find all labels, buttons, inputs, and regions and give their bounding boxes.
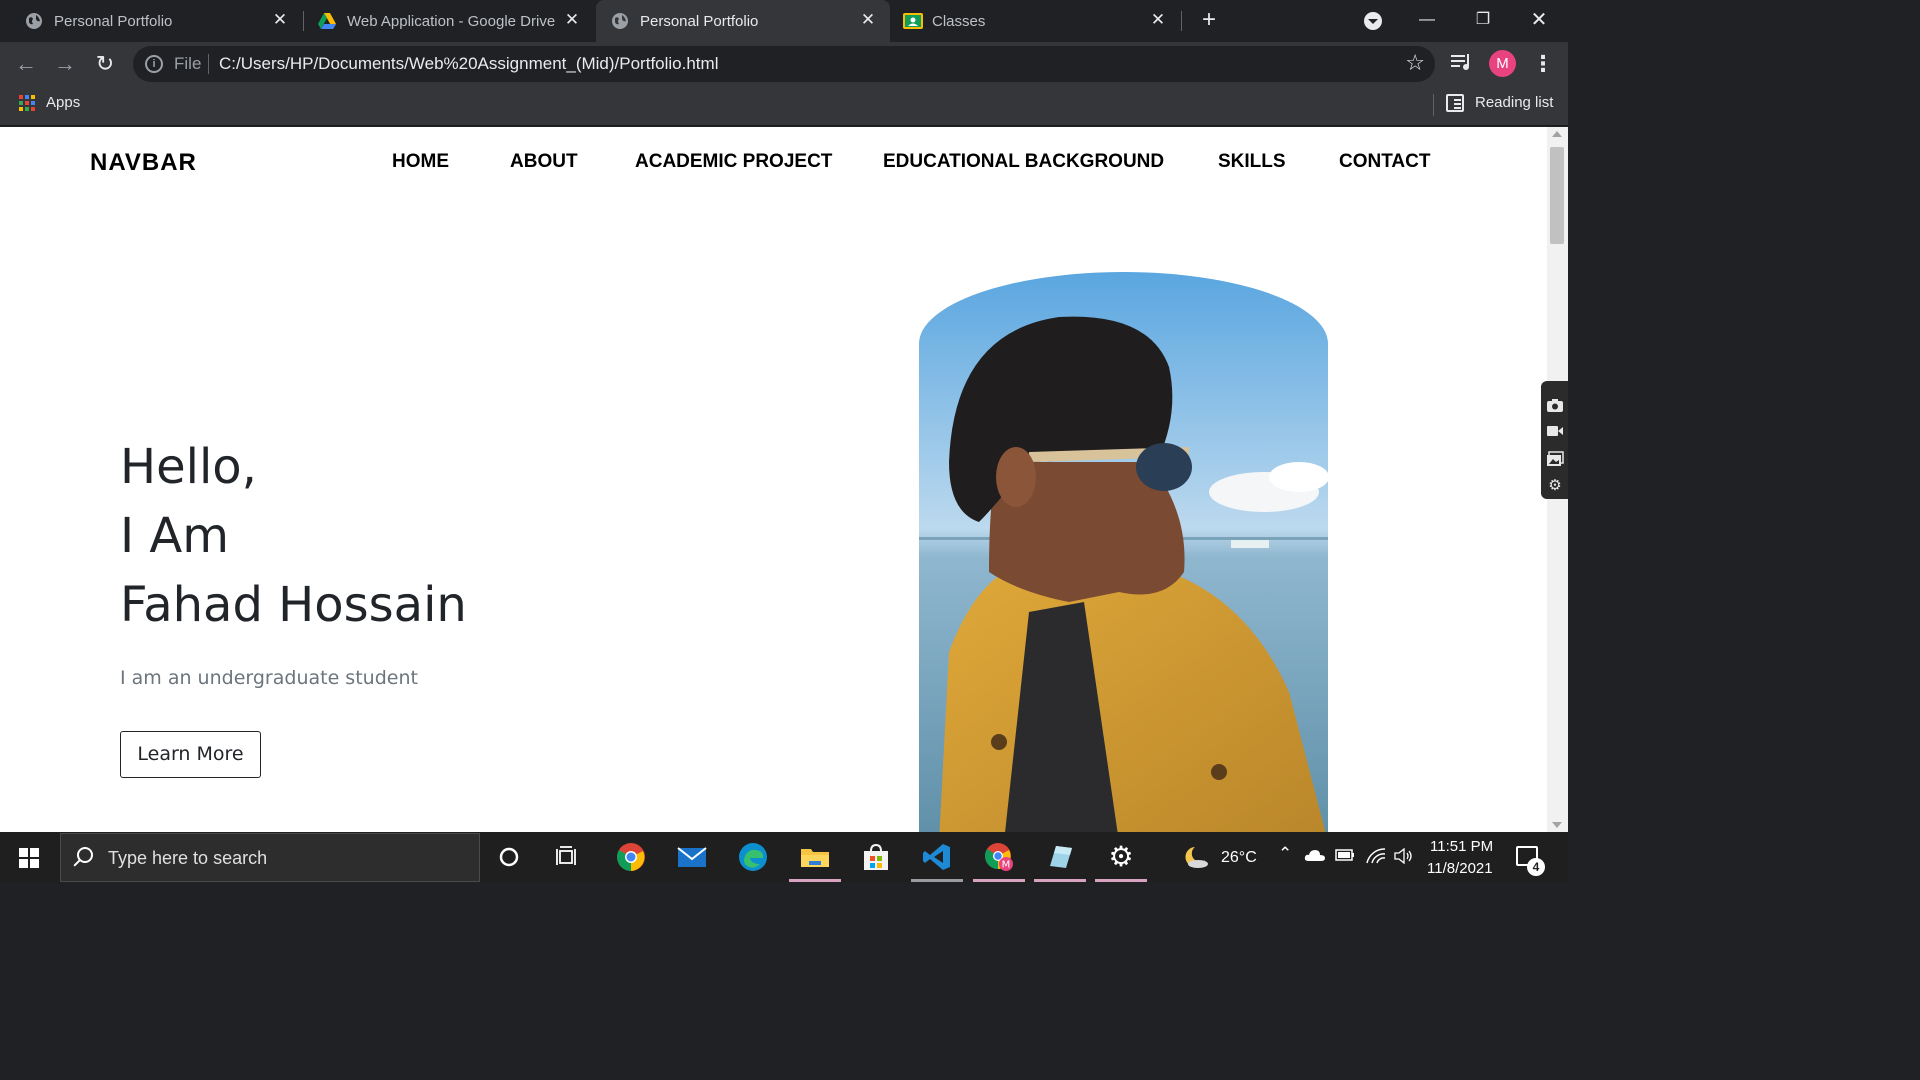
running-indicator [973, 879, 1025, 882]
mail-icon[interactable] [677, 842, 707, 872]
more-menu-icon[interactable]: ⋮ [1532, 50, 1554, 78]
hero-subtitle: I am an undergraduate student [120, 667, 418, 689]
globe-icon [611, 12, 629, 30]
microsoft-store-icon[interactable] [861, 842, 891, 872]
onedrive-cloud-icon[interactable] [1304, 848, 1326, 866]
tab-classes[interactable]: Classes ✕ [890, 0, 1180, 42]
minimize-icon[interactable]: — [1412, 6, 1442, 34]
chrome-profile-icon[interactable]: M [973, 842, 1025, 882]
snipping-tool-icon[interactable] [1034, 842, 1086, 882]
profile-avatar[interactable]: M [1489, 50, 1516, 77]
cortana-icon[interactable] [496, 842, 526, 872]
nav-contact[interactable]: CONTACT [1339, 151, 1430, 173]
battery-icon[interactable] [1335, 848, 1355, 866]
omnibox-divider [208, 54, 209, 74]
windows-start-icon[interactable] [19, 848, 39, 868]
hero-name: Fahad Hossain [120, 577, 467, 633]
wifi-icon[interactable] [1366, 848, 1386, 868]
nav-home[interactable]: HOME [392, 151, 449, 173]
tab-google-drive[interactable]: Web Application - Google Drive ✕ [304, 0, 594, 42]
scheme-label: File [174, 54, 202, 73]
gallery-icon[interactable] [1546, 451, 1564, 469]
reading-list-separator [1433, 94, 1434, 116]
running-indicator [911, 879, 963, 882]
close-tab-icon[interactable]: ✕ [860, 11, 876, 28]
scroll-thumb[interactable] [1550, 147, 1564, 244]
close-tab-icon[interactable]: ✕ [272, 11, 288, 28]
bookmarks-bar: Apps Reading list [0, 86, 1568, 126]
tab-title: Classes [932, 12, 986, 30]
running-indicator [1034, 879, 1086, 882]
settings-gear-icon[interactable]: ⚙ [1546, 477, 1564, 495]
nav-about[interactable]: ABOUT [510, 151, 578, 173]
google-drive-icon [318, 12, 336, 30]
clock-time[interactable]: 11:51 PM [1430, 838, 1493, 855]
notification-count-badge: 4 [1527, 858, 1545, 876]
restore-icon[interactable]: ❐ [1468, 6, 1498, 34]
chrome-icon[interactable] [616, 842, 646, 872]
show-hidden-icons-chevron-icon[interactable]: ⌃ [1278, 844, 1292, 864]
globe-icon [25, 12, 43, 30]
page-viewport: NAVBAR HOME ABOUT ACADEMIC PROJECT EDUCA… [0, 127, 1547, 832]
svg-text:M: M [1002, 860, 1011, 871]
task-view-icon[interactable] [554, 842, 584, 872]
running-indicator [1095, 879, 1147, 882]
weather-moon-icon[interactable] [1181, 844, 1211, 874]
close-window-icon[interactable]: ✕ [1524, 6, 1554, 34]
tab-search-icon[interactable] [1364, 12, 1382, 30]
url-text[interactable]: C:/Users/HP/Documents/Web%20Assignment_(… [219, 54, 718, 74]
tab-title: Personal Portfolio [640, 12, 759, 30]
file-explorer-icon[interactable] [789, 842, 841, 882]
vscode-icon[interactable] [911, 842, 963, 882]
hero-intro: I Am [120, 508, 230, 564]
scroll-down-arrow-icon[interactable] [1552, 822, 1562, 828]
running-indicator [789, 879, 841, 882]
profile-photo [919, 272, 1328, 832]
apps-grid-icon[interactable] [19, 95, 35, 111]
google-classroom-icon [903, 12, 923, 30]
new-tab-button[interactable]: + [1196, 8, 1222, 34]
nav-educational-background[interactable]: EDUCATIONAL BACKGROUND [883, 151, 1164, 173]
camera-icon[interactable] [1546, 397, 1564, 415]
close-tab-icon[interactable]: ✕ [564, 11, 580, 28]
nav-academic-project[interactable]: ACADEMIC PROJECT [635, 151, 832, 173]
reading-list-button[interactable]: Reading list [1475, 94, 1553, 111]
scroll-up-arrow-icon[interactable] [1552, 131, 1562, 137]
info-icon[interactable]: i [145, 55, 163, 73]
windows-taskbar: Type here to search M ⚙ 26°C ⌃ 11:51 PM … [0, 832, 1568, 882]
address-bar[interactable]: i File C:/Users/HP/Documents/Web%20Assig… [133, 46, 1435, 82]
site-brand[interactable]: NAVBAR [90, 149, 197, 177]
forward-arrow-icon[interactable]: → [51, 50, 79, 78]
capture-toolbar: ⚙ [1541, 381, 1568, 499]
volume-icon[interactable] [1394, 847, 1414, 868]
tab-strip: Personal Portfolio ✕ Web Application - G… [0, 0, 1568, 42]
tab-title: Personal Portfolio [54, 12, 173, 30]
weather-temperature[interactable]: 26°C [1221, 849, 1257, 867]
tab-separator [1181, 11, 1182, 31]
media-queue-icon[interactable] [1451, 52, 1473, 78]
tab-personal-portfolio-active[interactable]: Personal Portfolio ✕ [596, 0, 890, 42]
edge-icon[interactable] [738, 842, 768, 872]
tab-title: Web Application - Google Drive [347, 12, 556, 30]
close-tab-icon[interactable]: ✕ [1150, 11, 1166, 28]
nav-skills[interactable]: SKILLS [1218, 151, 1286, 173]
reading-list-icon[interactable] [1446, 94, 1464, 112]
settings-icon[interactable]: ⚙ [1095, 842, 1147, 882]
bookmark-star-icon[interactable]: ☆ [1405, 50, 1425, 76]
back-arrow-icon[interactable]: ← [12, 50, 40, 78]
apps-link[interactable]: Apps [46, 94, 80, 111]
learn-more-button[interactable]: Learn More [120, 731, 261, 778]
taskbar-search-placeholder: Type here to search [108, 848, 268, 868]
hero-greeting: Hello, [120, 439, 257, 495]
browser-toolbar: ← → ↻ i File C:/Users/HP/Documents/Web%2… [0, 42, 1568, 86]
tab-personal-portfolio-1[interactable]: Personal Portfolio ✕ [0, 0, 302, 42]
taskbar-search-box[interactable]: Type here to search [60, 833, 480, 882]
reload-icon[interactable]: ↻ [91, 50, 119, 78]
video-icon[interactable] [1546, 424, 1564, 442]
search-icon [77, 847, 93, 863]
clock-date[interactable]: 11/8/2021 [1427, 860, 1493, 877]
